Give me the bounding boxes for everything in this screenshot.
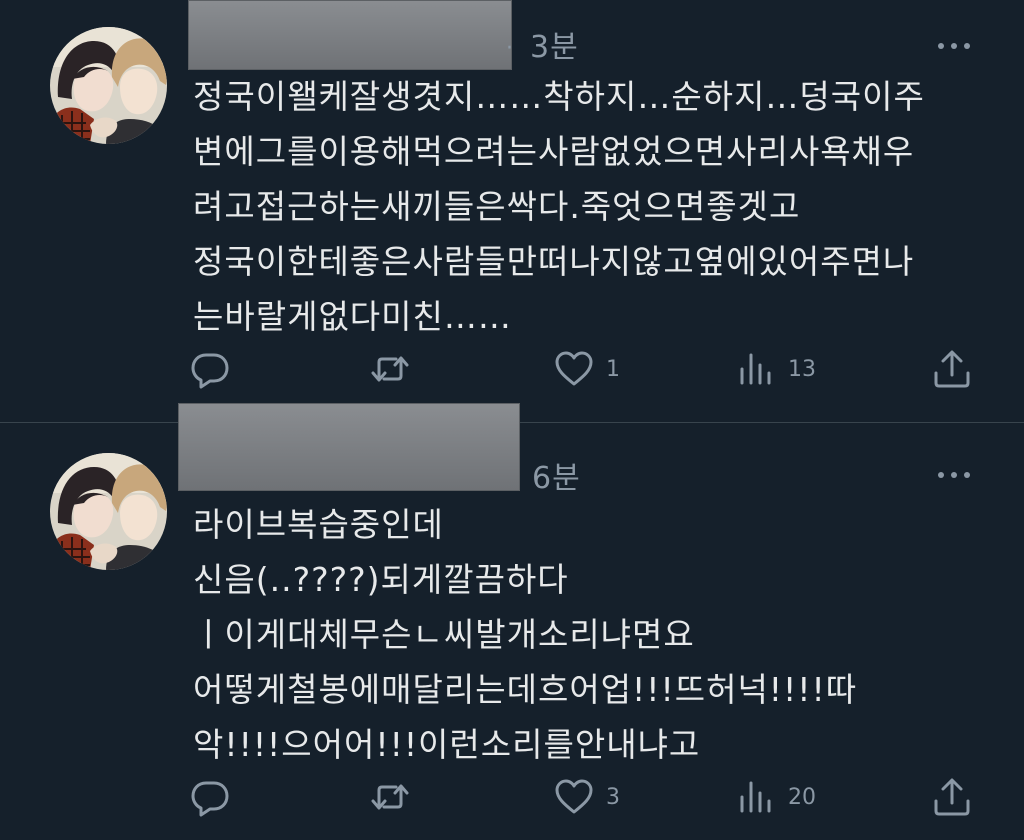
- views-icon: [736, 777, 776, 817]
- reply-icon: [190, 349, 230, 389]
- tweet[interactable]: · 3분 정국이왤케잘생겻지……착하지…순하지…덩국이주 변에그를이용해먹으려는…: [0, 0, 1024, 422]
- like-button[interactable]: 3: [554, 777, 620, 817]
- like-button[interactable]: 1: [554, 349, 620, 389]
- views-count: 20: [788, 784, 816, 810]
- share-button[interactable]: [932, 777, 972, 817]
- tweet-text: 라이브복습중인데 신음(..????)되게깔끔하다 ㅣ이게대체무슨ㄴ씨발개소리냐…: [193, 505, 858, 764]
- share-icon: [932, 349, 972, 389]
- tweet-actions: 1 13: [190, 349, 980, 389]
- share-button[interactable]: [932, 349, 972, 389]
- avatar[interactable]: [50, 27, 167, 144]
- views-count: 13: [788, 356, 816, 382]
- retweet-button[interactable]: [370, 349, 422, 389]
- retweet-icon: [370, 777, 410, 817]
- tweet-text: 정국이왤케잘생겻지……착하지…순하지…덩국이주 변에그를이용해먹으려는사람없었으…: [193, 77, 925, 336]
- redacted-username-block: [188, 0, 512, 70]
- redacted-username-block: [178, 403, 520, 491]
- retweet-icon: [370, 349, 410, 389]
- reply-button[interactable]: [190, 349, 242, 389]
- heart-icon: [554, 349, 594, 389]
- more-horizontal-icon[interactable]: [936, 37, 972, 49]
- like-count: 1: [606, 356, 620, 382]
- tweet-actions: 3 20: [190, 777, 980, 817]
- retweet-button[interactable]: [370, 777, 422, 817]
- tweet[interactable]: 6분 라이브복습중인데 신음(..????)되게깔끔하다 ㅣ이게대체무슨ㄴ씨발개…: [0, 403, 1024, 840]
- tweet-timestamp[interactable]: 6분: [532, 453, 581, 497]
- views-button[interactable]: 20: [736, 777, 816, 817]
- views-button[interactable]: 13: [736, 349, 816, 389]
- share-icon: [932, 777, 972, 817]
- views-icon: [736, 349, 776, 389]
- more-horizontal-icon[interactable]: [936, 466, 972, 478]
- separator-dot: ·: [506, 36, 513, 61]
- avatar[interactable]: [50, 453, 167, 570]
- tweet-timestamp[interactable]: 3분: [530, 22, 579, 66]
- reply-icon: [190, 777, 230, 817]
- reply-button[interactable]: [190, 777, 242, 817]
- like-count: 3: [606, 784, 620, 810]
- heart-icon: [554, 777, 594, 817]
